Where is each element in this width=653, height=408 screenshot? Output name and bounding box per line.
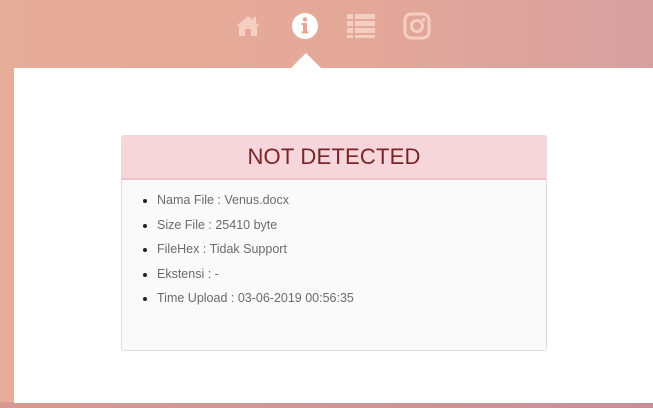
active-tab-pointer xyxy=(291,53,321,68)
nav-info-button[interactable] xyxy=(289,10,321,42)
result-status-title: NOT DETECTED xyxy=(247,144,421,169)
detail-file-size: Size File : 25410 byte xyxy=(157,217,546,233)
detail-upload-time: Time Upload : 03-06-2019 00:56:35 xyxy=(157,290,546,306)
nav-home-button[interactable] xyxy=(232,10,264,42)
info-icon xyxy=(292,13,318,39)
list-icon xyxy=(347,14,375,38)
content-panel: NOT DETECTED Nama File : Venus.docx Size… xyxy=(14,68,653,403)
detail-file-name: Nama File : Venus.docx xyxy=(157,192,546,208)
detail-extension: Ekstensi : - xyxy=(157,266,546,282)
result-card: NOT DETECTED Nama File : Venus.docx Size… xyxy=(121,135,547,351)
top-navbar xyxy=(0,0,653,60)
instagram-icon xyxy=(403,12,431,40)
file-details-list: Nama File : Venus.docx Size File : 25410… xyxy=(122,180,546,306)
detail-file-hex: FileHex : Tidak Support xyxy=(157,241,546,257)
nav-list-button[interactable] xyxy=(345,10,377,42)
result-card-header: NOT DETECTED xyxy=(122,136,546,180)
home-icon xyxy=(236,16,260,36)
nav-instagram-button[interactable] xyxy=(401,10,433,42)
